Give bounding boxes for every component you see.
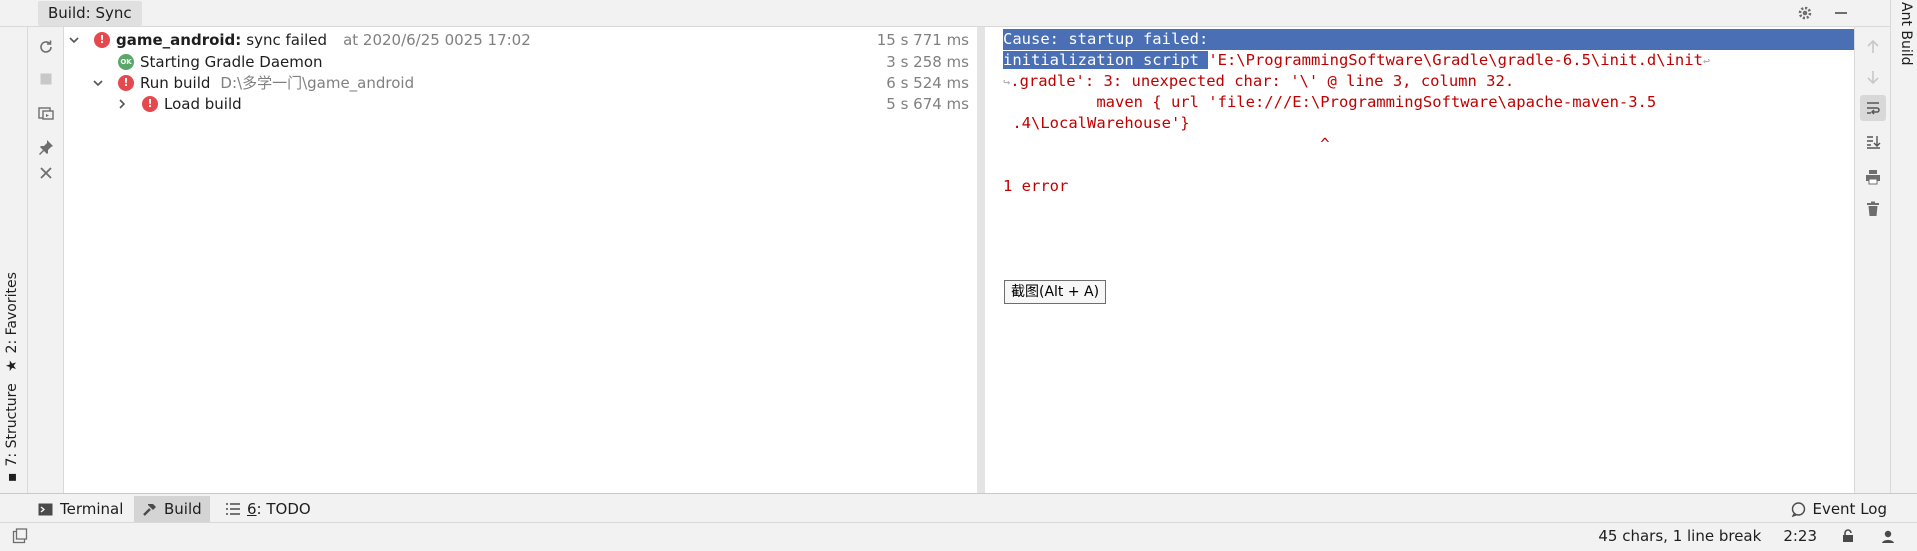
left-tool-strip: ★ 2: Favorites ▪ 7: Structure: [0, 27, 28, 493]
tab-terminal[interactable]: Terminal: [30, 496, 131, 522]
soft-wrap-toggle-icon[interactable]: [1860, 95, 1886, 121]
task-name: Run build: [140, 73, 211, 92]
project-name: game_android:: [116, 30, 242, 49]
soft-wrap-icon: ↩: [1702, 54, 1711, 68]
todo-label: 6: TODO: [247, 500, 311, 518]
error-icon: !: [94, 31, 110, 48]
tab-build[interactable]: Build: [134, 496, 210, 522]
toggle-tool-windows-icon[interactable]: [12, 528, 28, 544]
tab-todo[interactable]: 6: TODO: [218, 496, 319, 522]
favorites-label: 2: Favorites: [4, 272, 20, 354]
lock-icon[interactable]: [1839, 527, 1857, 545]
ant-build-tab[interactable]: Ant Build: [1898, 2, 1914, 66]
caret-position[interactable]: 2:23: [1783, 527, 1817, 545]
screenshot-tooltip: 截图(Alt + A): [1004, 280, 1107, 304]
print-icon[interactable]: [1863, 167, 1883, 187]
ok-icon: OK: [118, 53, 134, 70]
status-bar: 45 chars, 1 line break 2:23: [0, 523, 1917, 551]
selection-info[interactable]: 45 chars, 1 line break: [1598, 527, 1761, 545]
chevron-down-icon[interactable]: [66, 32, 82, 48]
console-line: maven { url 'file:///E:\ProgrammingSoftw…: [1003, 93, 1657, 111]
tool-window-header: Build: Sync: [0, 0, 1917, 27]
favorites-tab[interactable]: ★ 2: Favorites: [4, 272, 20, 372]
star-icon: ★: [4, 359, 20, 372]
duration: 15 s 771 ms: [876, 30, 969, 49]
arrow-down-icon[interactable]: [1863, 67, 1883, 87]
event-log-label: Event Log: [1812, 500, 1887, 518]
inspector-icon[interactable]: [1879, 527, 1897, 545]
console-selection: initialization script: [1003, 51, 1209, 69]
error-icon: !: [142, 95, 158, 112]
console-line: initialization script 'E:\ProgrammingSof…: [1003, 50, 1710, 71]
console-line: Cause: startup failed:: [1003, 29, 1857, 50]
panel-splitter[interactable]: [977, 27, 985, 493]
arrow-up-icon[interactable]: [1863, 37, 1883, 57]
close-icon[interactable]: [36, 163, 56, 183]
console-line: .4\LocalWarehouse'}: [1003, 114, 1190, 132]
scroll-to-end-icon[interactable]: [1863, 132, 1883, 152]
event-log-tab[interactable]: Event Log: [1791, 496, 1887, 522]
tree-row-load-build[interactable]: ! Load build 5 s 674 ms: [64, 93, 977, 114]
structure-icon: ▪: [4, 472, 20, 483]
build-tree: ! game_android: sync failed at 2020/6/25…: [64, 27, 977, 493]
console-line: ↪.gradle': 3: unexpected char: '\' @ lin…: [1003, 71, 1514, 92]
gear-icon[interactable]: [1795, 3, 1815, 23]
build-label: Build: [164, 500, 202, 518]
todo-shortcut-key: 6: [247, 500, 257, 518]
console-text: 'E:\ProgrammingSoftware\Gradle\gradle-6.…: [1208, 51, 1703, 69]
tree-row-run-build[interactable]: ! Run build D:\多学一门\game_android 6 s 524…: [64, 72, 977, 93]
console-line: 1 error: [1003, 177, 1069, 195]
duration: 3 s 258 ms: [886, 52, 969, 71]
stop-icon[interactable]: [36, 69, 56, 89]
pin-icon[interactable]: [36, 137, 56, 157]
todo-text: : TODO: [256, 500, 311, 518]
speech-bubble-icon: [1791, 501, 1806, 517]
sync-status: sync failed: [246, 30, 328, 49]
chevron-right-icon[interactable]: [114, 96, 130, 112]
console-line: ^: [1003, 135, 1330, 153]
console-text: .gradle': 3: unexpected char: '\' @ line…: [1010, 72, 1515, 90]
tree-row-daemon[interactable]: OK Starting Gradle Daemon 3 s 258 ms: [64, 51, 977, 72]
panel-title[interactable]: Build: Sync: [38, 1, 142, 26]
terminal-label: Terminal: [60, 500, 124, 518]
hammer-icon: [142, 502, 157, 517]
structure-tab[interactable]: ▪ 7: Structure: [4, 383, 20, 482]
build-toolbar: [28, 27, 64, 493]
list-icon: [226, 503, 240, 515]
console-output[interactable]: Cause: startup failed: initialization sc…: [985, 27, 1857, 493]
bottom-tool-tabs: Terminal Build 6: TODO Event Log: [0, 493, 1917, 523]
minimize-icon[interactable]: [1831, 3, 1851, 23]
task-name: Load build: [164, 94, 242, 113]
refresh-icon[interactable]: [36, 37, 56, 57]
error-icon: !: [118, 74, 134, 91]
build-path: D:\多学一门\game_android: [220, 74, 415, 92]
duration: 6 s 524 ms: [886, 73, 969, 92]
chevron-down-icon[interactable]: [90, 75, 106, 91]
console-toolbar: [1854, 27, 1890, 493]
sync-timestamp: at 2020/6/25 0025 17:02: [343, 30, 531, 49]
toggle-view-icon[interactable]: [36, 103, 56, 123]
terminal-icon: [38, 503, 53, 516]
duration: 5 s 674 ms: [886, 94, 969, 113]
task-name: Starting Gradle Daemon: [140, 52, 323, 71]
structure-label: 7: Structure: [4, 383, 20, 467]
trash-icon[interactable]: [1863, 199, 1883, 219]
right-tool-strip: Ant Build: [1890, 0, 1917, 493]
tree-row-sync[interactable]: ! game_android: sync failed at 2020/6/25…: [64, 29, 977, 50]
